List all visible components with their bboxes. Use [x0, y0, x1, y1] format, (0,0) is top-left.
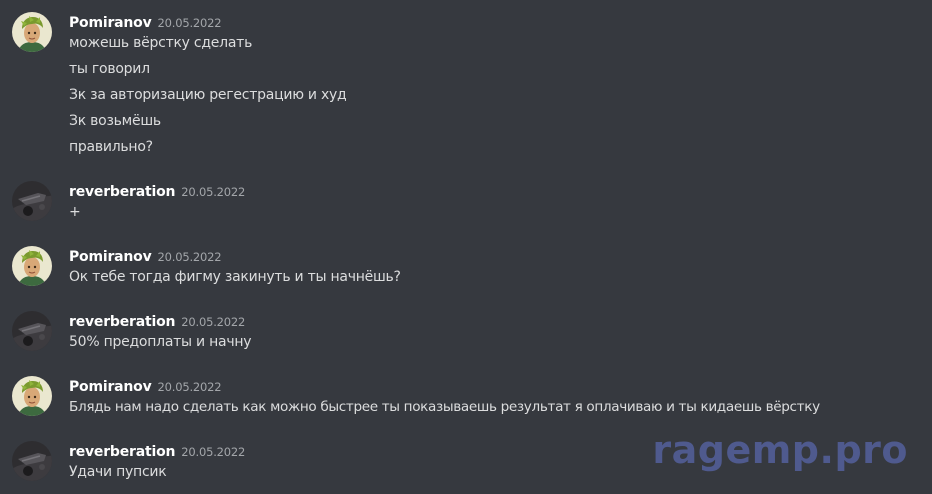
- reverberation-avatar-icon[interactable]: [12, 441, 52, 481]
- message-text: ты говорил: [69, 61, 150, 77]
- message-text: Удачи пупсик: [69, 464, 167, 480]
- message-text: можешь вёрстку сделать: [69, 35, 253, 51]
- timestamp: 20.05.2022: [181, 185, 246, 199]
- message-text: правильно?: [69, 139, 153, 155]
- message-text: Блядь нам надо сделать как можно быстрее…: [69, 399, 820, 415]
- message-group: Pomiranov 20.05.2022 Блядь нам надо сдела…: [0, 376, 932, 420]
- message-group: reverberation 20.05.2022 50% предоплаты и…: [0, 311, 932, 355]
- message-header: Pomiranov 20.05.2022: [69, 12, 222, 32]
- username[interactable]: Pomiranov: [69, 249, 152, 265]
- message-text: +: [69, 204, 81, 220]
- username[interactable]: Pomiranov: [69, 379, 152, 395]
- message-text: Зк возьмёшь: [69, 113, 161, 129]
- message-header: Pomiranov 20.05.2022: [69, 376, 222, 396]
- username[interactable]: reverberation: [69, 314, 175, 330]
- message-text: 50% предоплаты и начну: [69, 334, 252, 350]
- pomiranov-avatar-icon[interactable]: [12, 376, 52, 416]
- message-header: reverberation 20.05.2022: [69, 441, 245, 461]
- timestamp: 20.05.2022: [157, 380, 222, 394]
- username[interactable]: Pomiranov: [69, 15, 152, 31]
- timestamp: 20.05.2022: [181, 315, 246, 329]
- message-header: reverberation 20.05.2022: [69, 181, 245, 201]
- username[interactable]: reverberation: [69, 184, 175, 200]
- reverberation-avatar-icon[interactable]: [12, 181, 52, 221]
- message-header: Pomiranov 20.05.2022: [69, 246, 222, 266]
- message-text: Зк за авторизацию регестрацию и худ: [69, 87, 347, 103]
- pomiranov-avatar-icon[interactable]: [12, 246, 52, 286]
- message-header: reverberation 20.05.2022: [69, 311, 245, 331]
- message-group: reverberation 20.05.2022 +: [0, 181, 932, 225]
- message-group: Pomiranov 20.05.2022 Ок тебе тогда фигму …: [0, 246, 932, 290]
- watermark: ragemp.pro: [652, 428, 908, 472]
- message-text: Ок тебе тогда фигму закинуть и ты начнёш…: [69, 269, 401, 285]
- pomiranov-avatar-icon[interactable]: [12, 12, 52, 52]
- timestamp: 20.05.2022: [157, 250, 222, 264]
- message-list: Pomiranov 20.05.2022 можешь вёрстку сдела…: [0, 0, 932, 494]
- reverberation-avatar-icon[interactable]: [12, 311, 52, 351]
- timestamp: 20.05.2022: [181, 445, 246, 459]
- message-group: Pomiranov 20.05.2022 можешь вёрстку сдела…: [0, 12, 932, 162]
- username[interactable]: reverberation: [69, 444, 175, 460]
- timestamp: 20.05.2022: [157, 16, 222, 30]
